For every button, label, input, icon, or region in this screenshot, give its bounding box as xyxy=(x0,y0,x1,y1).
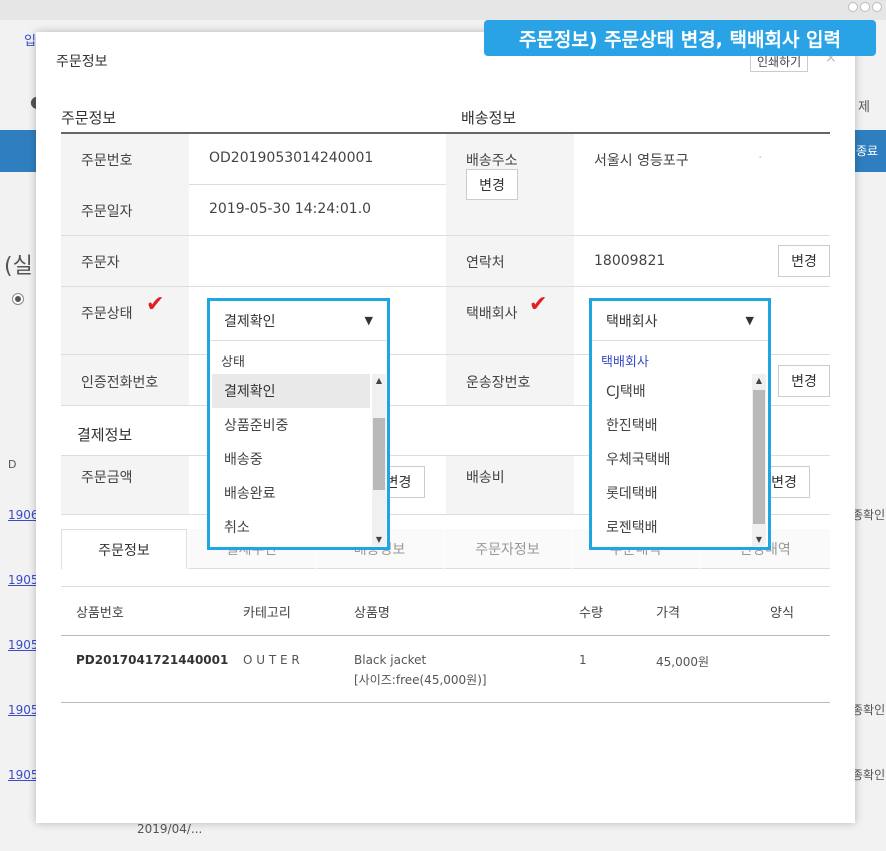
product-option-cell: [사이즈:free(45,000원)] xyxy=(354,673,487,687)
courier-label: 택배회사 xyxy=(466,306,518,322)
bg-status-text: 종확인 xyxy=(852,508,886,522)
order-info-section-title: 주문정보 xyxy=(61,109,117,127)
bg-status-text: 종확인 xyxy=(852,703,886,717)
tab-order-info[interactable]: 주문정보 xyxy=(61,529,187,569)
table-top-border xyxy=(61,586,830,587)
caret-down-icon: ▼ xyxy=(364,314,373,327)
tracking-change-button[interactable]: 변경 xyxy=(778,365,830,397)
window-dot-icon[interactable] xyxy=(848,2,858,12)
auth-phone-label: 인증전화번호 xyxy=(81,375,159,391)
row-divider xyxy=(61,286,830,287)
order-status-selected: 결제확인 xyxy=(224,313,276,330)
bg-order-link[interactable]: 1905 xyxy=(8,768,39,782)
contact-change-button[interactable]: 변경 xyxy=(778,245,830,277)
bg-order-link[interactable]: 1905 xyxy=(8,573,39,587)
bg-order-link[interactable]: 1905 xyxy=(8,638,39,652)
status-scrollbar[interactable]: ▲ ▼ xyxy=(372,374,386,546)
address-label: 배송주소 xyxy=(466,153,518,169)
courier-option[interactable]: 한진택배 xyxy=(594,408,750,442)
table-header-divider xyxy=(61,635,830,636)
col-header-form: 양식 xyxy=(770,606,794,621)
order-date-label: 주문일자 xyxy=(81,204,133,220)
window-dot-icon[interactable] xyxy=(872,2,882,12)
courier-dropdown[interactable]: 택배회사 ▼ 택배회사 CJ택배 한진택배 우체국택배 롯데택배 로젠택배 ▲ … xyxy=(589,298,771,550)
bg-order-link[interactable]: 1906 xyxy=(8,508,39,522)
status-option[interactable]: 결제확인 xyxy=(212,374,370,408)
order-status-select[interactable]: 결제확인 ▼ xyxy=(210,301,387,341)
scroll-down-icon[interactable]: ▼ xyxy=(372,535,386,544)
qty-cell: 1 xyxy=(579,653,587,667)
shipping-info-section-title: 배송정보 xyxy=(461,109,517,127)
category-cell: O U T E R xyxy=(243,653,300,667)
modal-title: 주문정보 xyxy=(56,54,108,70)
address-extra: · xyxy=(758,150,763,166)
product-number-cell: PD2017041721440001 xyxy=(76,653,229,667)
order-status-dropdown[interactable]: 결제확인 ▼ 상태 결제확인 상품준비중 배송중 배송완료 취소 ▲ ▼ xyxy=(207,298,390,550)
order-status-label: 주문상태 xyxy=(81,306,133,322)
address-change-button[interactable]: 변경 xyxy=(466,169,518,200)
product-name-cell: Black jacket xyxy=(354,653,427,667)
order-date-value: 2019-05-30 14:24:01.0 xyxy=(209,201,372,217)
order-number-label: 주문번호 xyxy=(81,153,133,169)
col-header-product-no: 상품번호 xyxy=(76,606,124,621)
courier-option[interactable]: CJ택배 xyxy=(594,374,750,408)
courier-option[interactable]: 우체국택배 xyxy=(594,442,750,476)
bg-status-text: 종확인 xyxy=(852,768,886,782)
window-dot-icon[interactable] xyxy=(860,2,870,12)
scroll-thumb[interactable] xyxy=(753,390,765,524)
row-divider xyxy=(189,184,446,185)
bg-bracket-text: (실 xyxy=(4,254,33,279)
order-info-modal: 주문정보 인쇄하기 × 주문정보 배송정보 주문번호 OD20190530142… xyxy=(36,32,855,823)
orderer-label: 주문자 xyxy=(81,255,120,271)
courier-selected: 택배회사 xyxy=(606,313,658,330)
checkmark-icon: ✔ xyxy=(529,292,548,317)
status-option[interactable]: 취소 xyxy=(212,510,370,544)
tracking-label: 운송장번호 xyxy=(466,375,531,391)
contact-label: 연락처 xyxy=(466,255,505,271)
col-header-qty: 수량 xyxy=(579,606,603,621)
scroll-up-icon[interactable]: ▲ xyxy=(372,376,386,385)
bg-date-text: 2019/04/... xyxy=(137,822,203,836)
status-option[interactable]: 배송중 xyxy=(212,442,370,476)
status-group-label: 상태 xyxy=(221,355,245,370)
col-header-product-name: 상품명 xyxy=(354,606,390,621)
caret-down-icon: ▼ xyxy=(745,314,754,327)
bg-radio-button[interactable] xyxy=(12,293,24,305)
bg-order-link[interactable]: 1905 xyxy=(8,703,39,717)
courier-option[interactable]: 롯데택배 xyxy=(594,476,750,510)
scroll-up-icon[interactable]: ▲ xyxy=(752,376,766,385)
contact-value: 18009821 xyxy=(594,253,666,269)
courier-group-label: 택배회사 xyxy=(601,355,649,370)
payment-info-section-title: 결제정보 xyxy=(77,426,133,444)
table-bottom-border xyxy=(61,702,830,703)
status-option[interactable]: 상품준비중 xyxy=(212,408,370,442)
bg-bar-label[interactable]: 종료 xyxy=(856,142,878,159)
order-number-value: OD2019053014240001 xyxy=(209,150,374,166)
order-amount-label: 주문금액 xyxy=(81,470,133,486)
courier-select[interactable]: 택배회사 ▼ xyxy=(592,301,768,341)
courier-option[interactable]: 로젠택배 xyxy=(594,510,750,544)
price-cell: 45,000원 xyxy=(656,655,710,669)
bg-tab-label[interactable]: 입 xyxy=(24,30,36,49)
scroll-down-icon[interactable]: ▼ xyxy=(752,535,766,544)
row-divider xyxy=(61,235,830,236)
courier-scrollbar[interactable]: ▲ ▼ xyxy=(752,374,766,546)
scroll-thumb[interactable] xyxy=(373,418,385,490)
status-option[interactable]: 배송완료 xyxy=(212,476,370,510)
checkmark-icon: ✔ xyxy=(146,292,165,317)
address-value: 서울시 영등포구 xyxy=(594,153,689,169)
window-controls xyxy=(848,2,882,12)
annotation-banner: 주문정보) 주문상태 변경, 택배회사 입력 xyxy=(484,20,876,56)
col-header-price: 가격 xyxy=(656,606,680,621)
bg-right-label: 제 xyxy=(858,100,870,115)
bg-col-header: D xyxy=(8,458,17,471)
col-header-category: 카테고리 xyxy=(243,606,291,621)
tab-orderer-info[interactable]: 주문자정보 xyxy=(444,529,571,569)
shipping-fee-label: 배송비 xyxy=(466,470,505,486)
